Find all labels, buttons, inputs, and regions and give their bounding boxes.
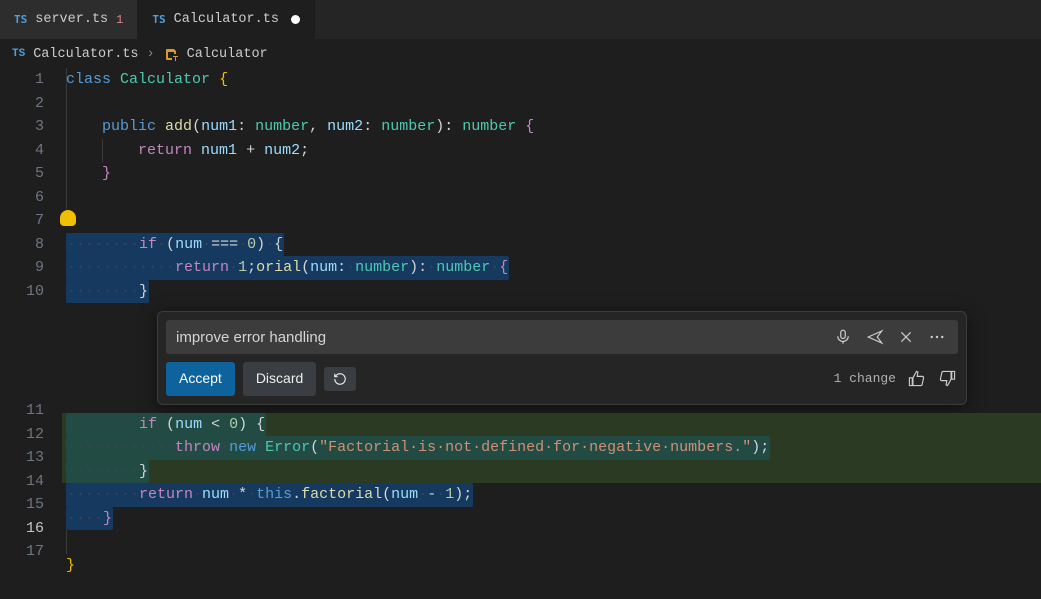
line-number: 15 <box>0 493 62 517</box>
thumbs-down-icon[interactable] <box>937 368 958 389</box>
code-area[interactable]: class Calculator { public add(num1: numb… <box>62 68 1041 577</box>
code-line[interactable]: ············throw·new·Error("Factorial·i… <box>62 436 1041 460</box>
line-number: 16 <box>0 517 62 541</box>
tab-label: Calculator.ts <box>174 12 279 27</box>
line-number: 10 <box>0 280 62 304</box>
line-number: 9 <box>0 256 62 280</box>
discard-button[interactable]: Discard <box>243 362 316 396</box>
tab-server[interactable]: TS server.ts 1 <box>0 0 138 39</box>
line-number: 14 <box>0 470 62 494</box>
code-line[interactable]: ····} <box>62 507 1041 531</box>
line-number: 6 <box>0 186 62 210</box>
code-line[interactable]: ········if·(num·===·0)·{ <box>62 233 1041 257</box>
line-number: 1 <box>0 68 62 92</box>
line-number: 17 <box>0 540 62 564</box>
code-line[interactable]: ····public·factorial(num:·number):·numbe… <box>62 209 1041 233</box>
breadcrumb-file[interactable]: Calculator.ts <box>33 47 138 62</box>
lightbulb-icon[interactable] <box>60 210 76 226</box>
tab-bar: TS server.ts 1 TS Calculator.ts <box>0 0 1041 40</box>
code-line[interactable]: } <box>62 162 1041 186</box>
gutter-spacer <box>0 303 62 399</box>
tab-problems-badge: 1 <box>116 13 123 27</box>
typescript-icon: TS <box>12 48 25 60</box>
line-number: 12 <box>0 423 62 447</box>
chevron-right-icon: › <box>147 47 155 62</box>
chat-actions: Accept Discard 1 change <box>166 362 958 396</box>
change-count: 1 change <box>834 367 896 391</box>
code-line[interactable] <box>62 92 1041 116</box>
microphone-icon[interactable] <box>832 326 854 348</box>
chat-status: 1 change <box>834 367 958 391</box>
code-line[interactable]: ········return·num·*·this.factorial(num·… <box>62 483 1041 507</box>
code-line[interactable]: } <box>62 554 1041 578</box>
line-number: 7 <box>0 209 62 233</box>
code-line[interactable]: return num1 + num2; <box>62 139 1041 163</box>
breadcrumb-symbol[interactable]: Calculator <box>187 47 268 62</box>
code-line[interactable]: ········} <box>62 460 1041 484</box>
code-line[interactable]: class Calculator { <box>62 68 1041 92</box>
rerun-button[interactable] <box>324 367 356 391</box>
code-line[interactable]: public add(num1: number, num2: number): … <box>62 115 1041 139</box>
accept-button[interactable]: Accept <box>166 362 235 396</box>
thumbs-up-icon[interactable] <box>906 368 927 389</box>
tab-bar-empty <box>315 0 1041 39</box>
code-line[interactable] <box>62 186 1041 210</box>
typescript-icon: TS <box>152 13 165 26</box>
code-line[interactable]: ············return·1; <box>62 256 1041 280</box>
code-line[interactable] <box>62 530 1041 554</box>
line-number: 2 <box>0 92 62 116</box>
inline-chat: Accept Discard 1 change <box>62 303 1041 413</box>
dirty-indicator-icon <box>291 15 300 24</box>
line-number: 13 <box>0 446 62 470</box>
line-number: 4 <box>0 139 62 163</box>
code-line[interactable]: ········} <box>62 280 1041 304</box>
line-number: 8 <box>0 233 62 257</box>
code-line[interactable]: ········if·(num·<·0)·{ <box>62 413 1041 437</box>
line-number: 5 <box>0 162 62 186</box>
editor[interactable]: 1 2 3 4 5 6 7 8 9 10 11 12 13 14 15 16 1… <box>0 68 1041 577</box>
chat-input-row <box>166 320 958 354</box>
tab-label: server.ts <box>35 12 108 27</box>
tab-calculator[interactable]: TS Calculator.ts <box>138 0 315 39</box>
line-number: 3 <box>0 115 62 139</box>
line-number: 11 <box>0 399 62 423</box>
breadcrumb[interactable]: TS Calculator.ts › Calculator <box>0 40 1041 68</box>
inline-chat-box: Accept Discard 1 change <box>157 311 967 405</box>
more-icon[interactable] <box>926 326 948 348</box>
gutter: 1 2 3 4 5 6 7 8 9 10 11 12 13 14 15 16 1… <box>0 68 62 577</box>
send-icon[interactable] <box>864 326 886 348</box>
class-icon <box>163 46 179 62</box>
typescript-icon: TS <box>14 13 27 26</box>
close-icon[interactable] <box>896 327 916 347</box>
chat-input[interactable] <box>176 329 822 346</box>
